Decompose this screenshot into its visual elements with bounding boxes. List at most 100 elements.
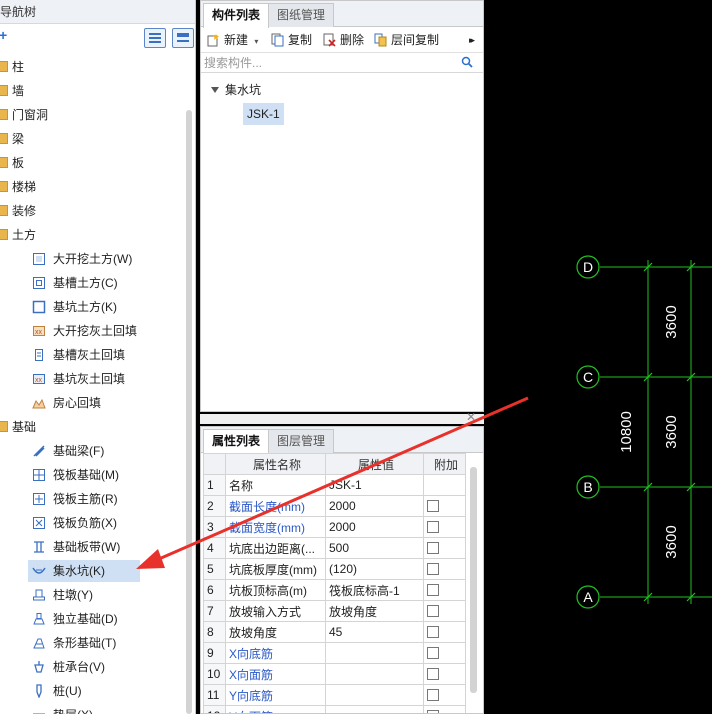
- nav-item[interactable]: 基础梁(F): [28, 440, 104, 462]
- nav-item[interactable]: xx 基坑灰土回填: [32, 368, 125, 390]
- extra-checkbox[interactable]: [427, 710, 439, 713]
- panel-splitter[interactable]: ✕: [200, 410, 484, 424]
- extra-checkbox[interactable]: [427, 668, 439, 680]
- property-value[interactable]: 45: [325, 621, 424, 643]
- extra-checkbox-cell[interactable]: [423, 516, 466, 538]
- property-row[interactable]: 3 截面宽度(mm) 2000: [203, 516, 466, 538]
- component-item-selected[interactable]: JSK-1: [243, 103, 284, 125]
- extra-checkbox[interactable]: [427, 563, 439, 575]
- extra-checkbox[interactable]: [427, 542, 439, 554]
- extra-checkbox[interactable]: [427, 647, 439, 659]
- property-scrollbar[interactable]: [470, 467, 477, 693]
- nav-folder[interactable]: 土方: [0, 224, 36, 246]
- tab-layer-management[interactable]: 图层管理: [268, 429, 335, 453]
- nav-item[interactable]: 筏板负筋(X): [28, 512, 117, 534]
- nav-item[interactable]: 基坑土方(K): [32, 296, 117, 318]
- property-value[interactable]: 2000: [325, 516, 424, 538]
- nav-item[interactable]: 垫层(X): [28, 704, 93, 714]
- nav-item[interactable]: 基础板带(W): [28, 536, 120, 558]
- tab-drawing-management[interactable]: 图纸管理: [268, 3, 335, 27]
- tree-node-label: 独立基础(D): [53, 612, 118, 626]
- new-button[interactable]: 新建 ▾: [207, 31, 258, 49]
- nav-folder[interactable]: 墙: [0, 80, 24, 102]
- search-icon[interactable]: [461, 56, 473, 71]
- extra-checkbox[interactable]: [427, 626, 439, 638]
- collapse-triangle-icon[interactable]: [211, 87, 219, 93]
- nav-item[interactable]: 基槽灰土回填: [32, 344, 125, 366]
- nav-item-selected[interactable]: 集水坑(K): [28, 560, 140, 582]
- extra-checkbox[interactable]: [427, 605, 439, 617]
- nav-item[interactable]: xx 大开挖灰土回填: [32, 320, 137, 342]
- extra-checkbox[interactable]: [427, 584, 439, 596]
- tree-node-label: 柱: [12, 60, 25, 74]
- nav-item[interactable]: 大开挖土方(W): [32, 248, 132, 270]
- property-value[interactable]: (120): [325, 558, 424, 580]
- nav-folder-foundation[interactable]: 基础: [0, 416, 36, 438]
- tree-node-label: 基坑土方(K): [53, 300, 117, 314]
- expand-all-icon[interactable]: +: [0, 27, 7, 43]
- property-value[interactable]: [325, 705, 424, 713]
- extra-checkbox-cell[interactable]: [423, 684, 466, 706]
- property-row[interactable]: 6 坑板顶标高(m) 筏板底标高-1: [203, 579, 466, 601]
- property-row[interactable]: 2 截面长度(mm) 2000: [203, 495, 466, 517]
- extra-checkbox-cell[interactable]: [423, 537, 466, 559]
- extra-checkbox[interactable]: [427, 521, 439, 533]
- delete-button[interactable]: 删除: [323, 31, 364, 49]
- nav-folder[interactable]: 装修: [0, 200, 36, 222]
- property-row[interactable]: 5 坑底板厚度(mm) (120): [203, 558, 466, 580]
- nav-item[interactable]: 房心回填: [32, 392, 101, 414]
- nav-folder[interactable]: 门窗洞: [0, 104, 48, 126]
- extra-checkbox-cell[interactable]: [423, 579, 466, 601]
- extra-checkbox[interactable]: [427, 500, 439, 512]
- property-value[interactable]: [325, 642, 424, 664]
- component-group[interactable]: 集水坑: [211, 79, 261, 101]
- nav-folder[interactable]: 板: [0, 152, 24, 174]
- detail-view-button[interactable]: [172, 28, 194, 48]
- property-value[interactable]: 放坡角度: [325, 600, 424, 622]
- extra-checkbox-cell[interactable]: [423, 621, 466, 643]
- nav-item[interactable]: 桩承台(V): [28, 656, 105, 678]
- nav-folder[interactable]: 梁: [0, 128, 24, 150]
- property-row[interactable]: 12Y向面筋: [203, 705, 466, 713]
- property-row[interactable]: 4 坑底出边距离(... 500: [203, 537, 466, 559]
- component-search-input[interactable]: [201, 53, 461, 73]
- property-value[interactable]: JSK-1: [325, 474, 424, 496]
- property-row[interactable]: 9 X向底筋: [203, 642, 466, 664]
- tab-property-list[interactable]: 属性列表: [203, 429, 270, 454]
- extra-checkbox-cell[interactable]: [423, 663, 466, 685]
- extra-checkbox-cell[interactable]: [423, 642, 466, 664]
- nav-item[interactable]: 基槽土方(C): [32, 272, 118, 294]
- nav-scrollbar[interactable]: [186, 110, 192, 714]
- more-tools-icon[interactable]: ▸▸: [469, 31, 475, 49]
- property-value[interactable]: 筏板底标高-1: [325, 579, 424, 601]
- close-pin-icon[interactable]: ✕: [466, 410, 476, 424]
- extra-checkbox-cell[interactable]: [423, 705, 466, 713]
- property-value[interactable]: [325, 684, 424, 706]
- nav-item[interactable]: 独立基础(D): [28, 608, 118, 630]
- new-dropdown-icon[interactable]: ▾: [254, 37, 258, 46]
- extra-checkbox-cell[interactable]: [423, 600, 466, 622]
- nav-folder[interactable]: 楼梯: [0, 176, 36, 198]
- floor-copy-button[interactable]: 层间复制: [374, 31, 439, 49]
- extra-checkbox-cell[interactable]: [423, 558, 466, 580]
- cad-drawing-canvas[interactable]: D C B A 3600 3600 3600 10800: [486, 0, 712, 714]
- extra-checkbox-cell[interactable]: [423, 495, 466, 517]
- nav-item[interactable]: 桩(U): [28, 680, 82, 702]
- tab-component-list[interactable]: 构件列表: [203, 3, 270, 28]
- property-row[interactable]: 11 Y向底筋: [203, 684, 466, 706]
- nav-item[interactable]: 筏板基础(M): [28, 464, 119, 486]
- copy-button[interactable]: 复制: [271, 31, 312, 49]
- property-row[interactable]: 1 名称 JSK-1: [203, 474, 466, 496]
- property-value[interactable]: [325, 663, 424, 685]
- property-row[interactable]: 7 放坡输入方式 放坡角度: [203, 600, 466, 622]
- list-view-button[interactable]: [144, 28, 166, 48]
- extra-checkbox[interactable]: [427, 689, 439, 701]
- property-row[interactable]: 10 X向面筋: [203, 663, 466, 685]
- property-value[interactable]: 2000: [325, 495, 424, 517]
- property-value[interactable]: 500: [325, 537, 424, 559]
- nav-item[interactable]: 筏板主筋(R): [28, 488, 118, 510]
- nav-item[interactable]: 柱墩(Y): [28, 584, 93, 606]
- nav-item[interactable]: 条形基础(T): [28, 632, 116, 654]
- property-row[interactable]: 8 放坡角度 45: [203, 621, 466, 643]
- nav-folder[interactable]: 柱: [0, 56, 24, 78]
